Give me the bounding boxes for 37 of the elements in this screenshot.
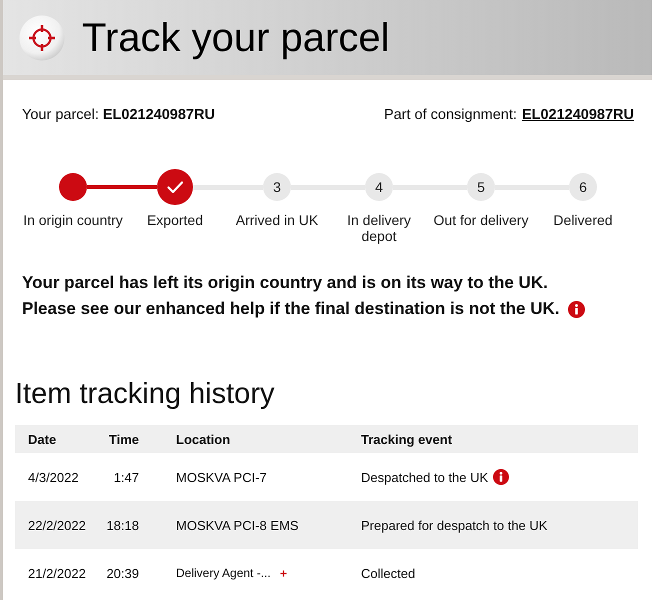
info-icon[interactable] bbox=[493, 469, 510, 485]
step-label: In origin country bbox=[23, 212, 123, 228]
time-cell: 1:47 bbox=[114, 470, 139, 484]
step-number: 3 bbox=[263, 173, 291, 201]
status-message: Please see our enhanced help if the final destination is not the UK. bbox=[22, 298, 560, 320]
step-label: Delivered bbox=[553, 212, 613, 228]
location-cell: MOSKVA PCI-7 bbox=[176, 470, 267, 484]
date-cell: 21/2/2022 bbox=[28, 566, 86, 580]
date-cell: 4/3/2022 bbox=[28, 470, 79, 484]
time-cell: 18:18 bbox=[106, 518, 139, 532]
step-label: In delivery depot bbox=[346, 212, 412, 244]
event-cell: Prepared for despatch to the UK bbox=[361, 518, 548, 532]
event-cell: Despatched to the UK bbox=[361, 470, 488, 484]
date-cell: 22/2/2022 bbox=[28, 518, 86, 532]
time-cell: 20:39 bbox=[106, 566, 139, 580]
column-header: Tracking event bbox=[361, 432, 452, 446]
column-header: Date bbox=[28, 432, 56, 446]
parcel-number: Your parcel: EL021240987RU bbox=[22, 106, 215, 125]
event-cell: Collected bbox=[361, 566, 416, 580]
section-heading: Item tracking history bbox=[15, 377, 276, 412]
plus-icon[interactable] bbox=[280, 570, 287, 576]
column-header: Time bbox=[108, 432, 139, 446]
step-label: Out for delivery bbox=[434, 212, 528, 228]
column-header: Location bbox=[176, 432, 230, 446]
step-label: Arrived in UK bbox=[236, 212, 318, 228]
step-label: Exported bbox=[146, 212, 204, 228]
step-number: 5 bbox=[467, 173, 495, 201]
crosshair-icon bbox=[19, 14, 65, 60]
consignment-label: Part of consignment: bbox=[384, 106, 517, 125]
location-cell: MOSKVA PCI-8 EMS bbox=[176, 518, 299, 532]
status-message: Your parcel has left its origin country and is on its way to the UK. bbox=[22, 272, 548, 294]
page-title: Track your parcel bbox=[82, 14, 390, 60]
step-number: 6 bbox=[569, 173, 597, 201]
location-cell: Delivery Agent -... bbox=[176, 566, 271, 580]
step-number: 4 bbox=[365, 173, 393, 201]
consignment-link[interactable]: EL021240987RU bbox=[522, 105, 634, 125]
info-icon[interactable] bbox=[568, 300, 584, 318]
